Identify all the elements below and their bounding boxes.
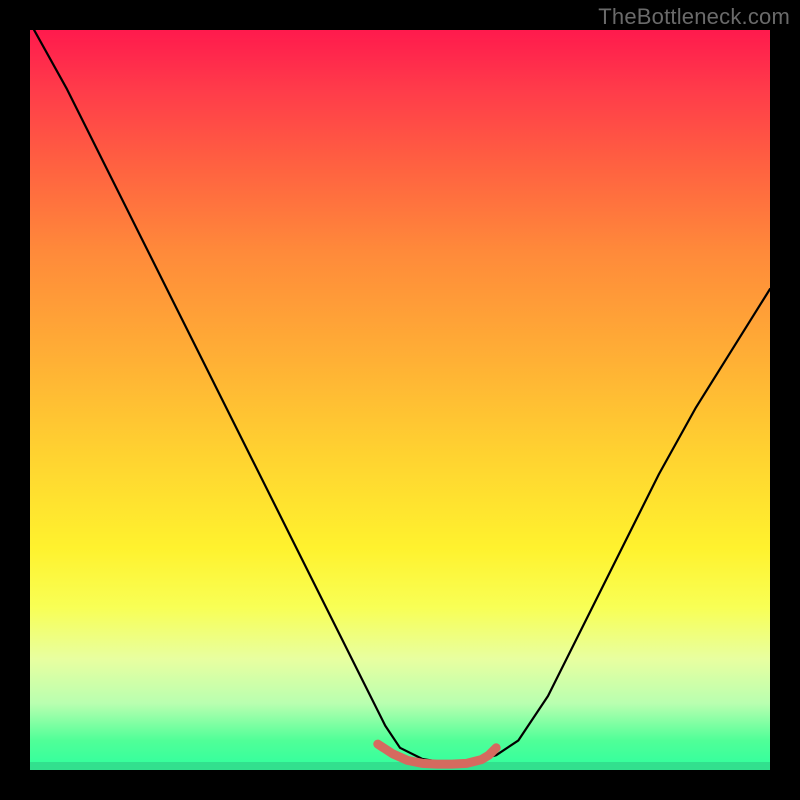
valley-marker-line xyxy=(378,744,496,764)
bottleneck-curve-line xyxy=(30,30,770,763)
watermark-text: TheBottleneck.com xyxy=(598,4,790,30)
chart-frame: TheBottleneck.com xyxy=(0,0,800,800)
plot-svg xyxy=(30,30,770,770)
